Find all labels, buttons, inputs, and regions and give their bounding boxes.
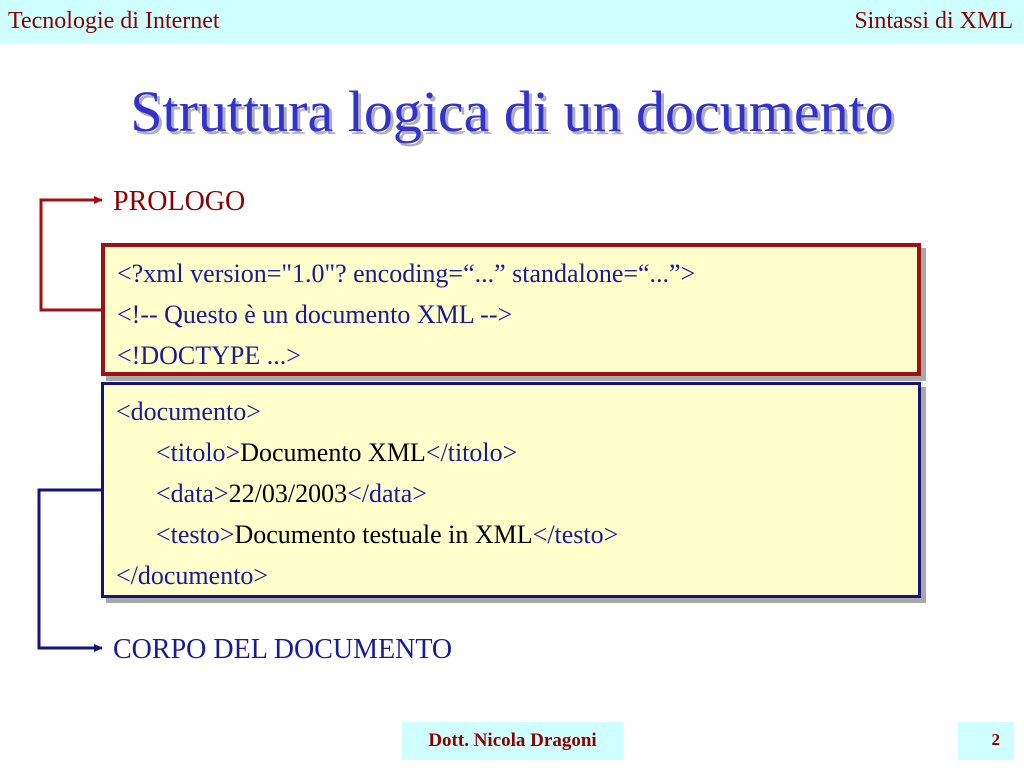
element-line-titolo: <titolo>Documento XML</titolo> <box>116 432 918 473</box>
comment-line: <!-- Questo è un documento XML --> <box>117 300 513 329</box>
open-tag: <data> <box>156 479 229 508</box>
close-tag: </titolo> <box>425 438 518 467</box>
element-text: Documento XML <box>240 438 426 467</box>
prolog-label: PROLOGO <box>113 186 246 217</box>
document-body-box: <documento> <titolo>Documento XML</titol… <box>101 382 921 598</box>
body-bracket-arrow <box>37 488 103 652</box>
open-tag: <titolo> <box>156 438 241 467</box>
root-open-tag: <documento> <box>116 397 261 426</box>
root-close-tag: </documento> <box>116 561 269 590</box>
document-body-label: CORPO DEL DOCUMENTO <box>113 634 453 665</box>
element-text: Documento testuale in XML <box>234 520 533 549</box>
element-text: 22/03/2003 <box>228 479 348 508</box>
author-footer: Dott. Nicola Dragoni <box>402 722 623 760</box>
page-number: 2 <box>958 722 1014 760</box>
element-line-testo: <testo>Documento testuale in XML</testo> <box>116 514 918 555</box>
doctype-line: <!DOCTYPE ...> <box>117 341 301 370</box>
open-tag: <testo> <box>156 520 235 549</box>
root-open-line: <documento> <box>116 391 918 432</box>
prolog-box: <?xml version="1.0"? encoding=“...” stan… <box>101 243 921 376</box>
prolog-bracket-arrow <box>39 196 103 312</box>
close-tag: </testo> <box>532 520 619 549</box>
xml-declaration-line: <?xml version="1.0"? encoding=“...” stan… <box>117 259 696 288</box>
root-close-line: </documento> <box>116 555 918 596</box>
close-tag: </data> <box>347 479 427 508</box>
element-line-data: <data>22/03/2003</data> <box>116 473 918 514</box>
